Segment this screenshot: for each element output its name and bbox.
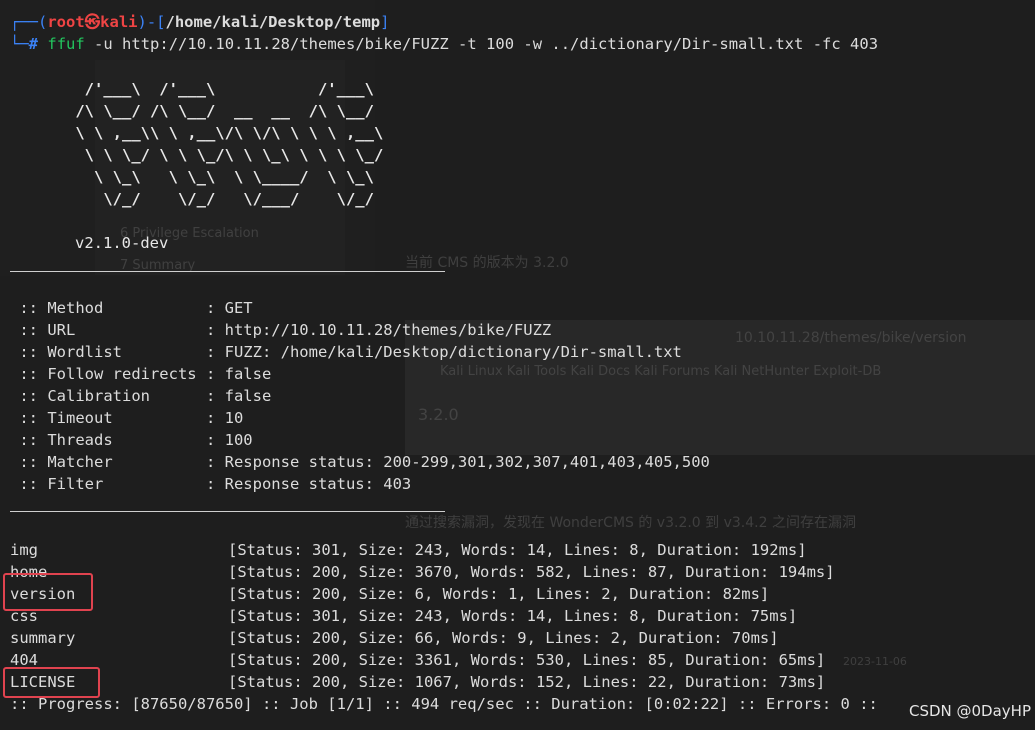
prompt-bracket: )-[ <box>137 13 166 31</box>
config-value: : 100 <box>205 431 253 449</box>
ffuf-version: v2.1.0-dev <box>75 234 169 252</box>
ffuf-ascii-banner: /'___\ /'___\ /'___\ /\ \__/ /\ \__/ __ … <box>75 80 384 208</box>
config-key: :: Calibration <box>10 387 206 405</box>
config-key: :: Threads <box>10 431 206 449</box>
flag-t: -t <box>458 35 477 53</box>
config-key: :: Wordlist <box>10 343 206 361</box>
config-key: :: Matcher <box>10 453 206 471</box>
csdn-watermark: CSDN @0DayHP <box>908 702 1031 720</box>
result-row: version [Status: 200, Size: 6, Words: 1, … <box>10 583 769 605</box>
arg-wordlist: ../dictionary/Dir-small.txt <box>551 35 804 53</box>
progress-line: :: Progress: [87650/87650] :: Job [1/1] … <box>10 695 878 713</box>
arg-threads: 100 <box>486 35 515 53</box>
flag-fc: -fc <box>812 35 841 53</box>
result-row: css [Status: 301, Size: 243, Words: 14, L… <box>10 605 797 627</box>
prompt-bracket-close: ] <box>380 13 390 31</box>
highlight-box-version <box>3 573 93 611</box>
result-row: summary [Status: 200, Size: 66, Words: 9,… <box>10 627 779 649</box>
divider <box>10 511 445 512</box>
result-row: home [Status: 200, Size: 3670, Words: 582… <box>10 561 835 583</box>
config-value: : Response status: 403 <box>205 475 412 493</box>
config-key: :: Follow redirects <box>10 365 206 383</box>
command-name: ffuf <box>47 35 85 53</box>
result-row: img [Status: 301, Size: 243, Words: 14, L… <box>10 539 807 561</box>
config-value: : false <box>205 387 272 405</box>
result-row: 404 [Status: 200, Size: 3361, Words: 530,… <box>10 649 825 671</box>
prompt-corner: ┌──( <box>10 13 48 31</box>
result-path: summary <box>10 629 76 647</box>
config-row: :: Matcher : Response status: 200-299,30… <box>10 451 710 473</box>
prompt-hash: # <box>28 35 39 53</box>
flag-u: -u <box>94 35 113 53</box>
result-info: [Status: 301, Size: 243, Words: 14, Line… <box>228 541 807 559</box>
config-row: :: Filter : Response status: 403 <box>10 473 411 495</box>
config-row: :: Method : GET <box>10 297 253 319</box>
arg-filter-code: 403 <box>850 35 879 53</box>
config-key: :: Timeout <box>10 409 206 427</box>
config-value: : FUZZ: /home/kali/Desktop/dictionary/Di… <box>205 343 682 361</box>
config-key: :: Method <box>10 299 206 317</box>
config-value: : 10 <box>205 409 244 427</box>
command-line[interactable]: └─# ffuf -u http://10.10.11.28/themes/bi… <box>10 33 878 55</box>
prompt-host: kali <box>100 13 138 31</box>
divider <box>10 271 445 272</box>
config-row: :: Threads : 100 <box>10 429 253 451</box>
config-key: :: URL <box>10 321 206 339</box>
result-path: img <box>10 541 38 559</box>
config-value: : Response status: 200-299,301,302,307,4… <box>205 453 710 471</box>
result-info: [Status: 200, Size: 66, Words: 9, Lines:… <box>228 629 779 647</box>
result-info: [Status: 200, Size: 6, Words: 1, Lines: … <box>228 585 770 603</box>
config-value: : http://10.10.11.28/themes/bike/FUZZ <box>205 321 552 339</box>
config-key: :: Filter <box>10 475 206 493</box>
prompt-cwd: /home/kali/Desktop/temp <box>165 13 381 31</box>
result-info: [Status: 200, Size: 3361, Words: 530, Li… <box>228 651 826 669</box>
config-row: :: Wordlist : FUZZ: /home/kali/Desktop/d… <box>10 341 682 363</box>
result-info: [Status: 200, Size: 3670, Words: 582, Li… <box>228 563 835 581</box>
terminal-window[interactable]: ┌──(root㉿kali)-[/home/kali/Desktop/temp]… <box>0 0 1035 730</box>
prompt-at-symbol: ㉿ <box>84 13 101 31</box>
config-row: :: Timeout : 10 <box>10 407 243 429</box>
prompt-line: ┌──(root㉿kali)-[/home/kali/Desktop/temp] <box>10 11 389 33</box>
config-value: : GET <box>205 299 253 317</box>
config-value: : false <box>205 365 272 383</box>
prompt-user: root <box>47 13 85 31</box>
result-row: LICENSE [Status: 200, Size: 1067, Words: … <box>10 671 825 693</box>
flag-w: -w <box>523 35 543 53</box>
prompt-corner-bottom: └─ <box>10 35 29 53</box>
config-row: :: Follow redirects : false <box>10 363 271 385</box>
config-row: :: URL : http://10.10.11.28/themes/bike/… <box>10 319 551 341</box>
arg-url: http://10.10.11.28/themes/bike/FUZZ <box>122 35 449 53</box>
result-info: [Status: 200, Size: 1067, Words: 152, Li… <box>228 673 826 691</box>
result-info: [Status: 301, Size: 243, Words: 14, Line… <box>228 607 798 625</box>
config-row: :: Calibration : false <box>10 385 271 407</box>
